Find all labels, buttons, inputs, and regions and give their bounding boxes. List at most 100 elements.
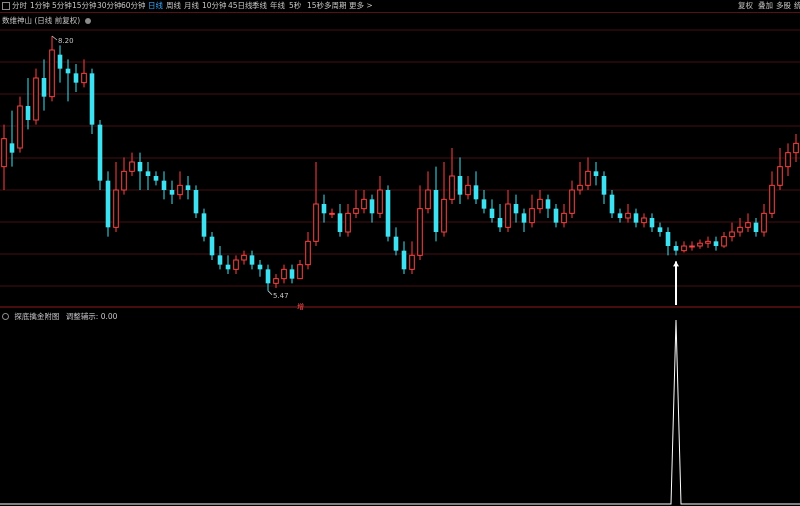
candle-69 xyxy=(553,204,559,228)
candle-62 xyxy=(497,204,503,232)
candle-body-57 xyxy=(457,176,463,195)
candle-body-34 xyxy=(273,278,279,284)
candle-49 xyxy=(393,227,399,256)
candle-27 xyxy=(217,246,223,270)
kline-chart[interactable]: 8.20 5.47 增 xyxy=(0,0,800,506)
candle-25 xyxy=(201,208,207,242)
candle-body-42 xyxy=(337,213,343,232)
candle-body-0 xyxy=(1,138,7,168)
candle-body-18 xyxy=(145,171,151,176)
candle-body-24 xyxy=(193,190,199,214)
candle-2 xyxy=(17,96,23,153)
candle-0 xyxy=(1,124,7,190)
candle-42 xyxy=(337,204,343,237)
candle-body-61 xyxy=(489,208,495,218)
candle-body-28 xyxy=(225,264,231,270)
candle-body-33 xyxy=(265,269,271,284)
candle-body-49 xyxy=(393,236,399,251)
candle-body-71 xyxy=(569,189,575,214)
candle-4 xyxy=(33,68,39,125)
signal-arrow-head xyxy=(673,261,679,267)
candle-57 xyxy=(457,157,463,204)
candle-body-30 xyxy=(241,254,247,261)
candle-body-3 xyxy=(25,106,31,120)
candle-20 xyxy=(161,171,167,200)
candle-body-13 xyxy=(105,180,111,228)
candle-72 xyxy=(577,162,583,195)
candle-body-90 xyxy=(721,236,727,247)
sub-indicator xyxy=(0,319,800,505)
candle-body-21 xyxy=(169,190,175,195)
candle-3 xyxy=(25,78,31,130)
candle-66 xyxy=(529,194,535,228)
candle-38 xyxy=(305,232,311,270)
candle-6 xyxy=(49,36,55,102)
candle-body-6 xyxy=(49,49,55,98)
candle-33 xyxy=(265,264,271,291)
candle-94 xyxy=(753,218,759,237)
candle-body-51 xyxy=(409,254,415,270)
candle-body-58 xyxy=(465,184,471,196)
high-label: 8.20 xyxy=(58,37,74,45)
candle-84 xyxy=(673,241,679,256)
candle-body-64 xyxy=(513,204,519,214)
candle-95 xyxy=(761,204,767,237)
candle-32 xyxy=(257,260,263,277)
candle-90 xyxy=(721,232,727,248)
candle-body-17 xyxy=(137,162,143,172)
candle-47 xyxy=(377,176,383,218)
candle-body-25 xyxy=(201,213,207,237)
candle-body-85 xyxy=(681,245,687,252)
candle-body-69 xyxy=(553,208,559,223)
candle-body-35 xyxy=(281,268,287,280)
candle-22 xyxy=(177,171,183,200)
candle-body-8 xyxy=(65,68,71,74)
candle-body-23 xyxy=(185,185,191,190)
candle-48 xyxy=(385,185,391,242)
candle-body-37 xyxy=(297,264,303,280)
candle-12 xyxy=(97,120,103,190)
candle-9 xyxy=(73,64,79,92)
candle-body-62 xyxy=(497,218,503,228)
candle-body-54 xyxy=(433,190,439,232)
candle-body-99 xyxy=(793,142,799,154)
candle-44 xyxy=(353,190,359,218)
candle-45 xyxy=(361,190,367,214)
candle-74 xyxy=(593,162,599,186)
candle-68 xyxy=(545,194,551,218)
candle-83 xyxy=(665,227,671,256)
candle-8 xyxy=(65,59,71,102)
candle-body-77 xyxy=(617,213,623,218)
candle-body-14 xyxy=(113,189,119,228)
candle-87 xyxy=(697,239,703,249)
candle-10 xyxy=(81,59,87,88)
candle-body-40 xyxy=(321,204,327,214)
candle-series xyxy=(1,36,799,291)
candle-36 xyxy=(289,264,295,284)
candle-body-20 xyxy=(161,180,167,190)
candle-75 xyxy=(601,171,607,204)
candle-body-32 xyxy=(257,264,263,270)
candle-71 xyxy=(569,180,575,218)
candle-body-41 xyxy=(329,212,335,215)
candle-11 xyxy=(89,68,95,134)
candle-64 xyxy=(513,194,519,223)
low-label: 5.47 xyxy=(273,292,289,300)
candle-61 xyxy=(489,199,495,223)
candle-41 xyxy=(329,208,335,218)
candle-91 xyxy=(729,222,735,242)
candle-35 xyxy=(281,264,287,284)
candle-body-82 xyxy=(657,227,663,232)
candle-body-83 xyxy=(665,232,671,246)
candle-80 xyxy=(641,213,647,228)
candle-body-89 xyxy=(713,241,719,246)
candle-39 xyxy=(313,162,319,246)
high-pointer xyxy=(51,35,58,41)
candle-98 xyxy=(785,143,791,176)
candle-body-87 xyxy=(697,242,703,247)
candle-body-59 xyxy=(473,185,479,200)
candle-97 xyxy=(777,148,783,190)
candle-92 xyxy=(737,218,743,237)
candle-body-1 xyxy=(9,143,15,153)
candle-body-79 xyxy=(633,213,639,223)
